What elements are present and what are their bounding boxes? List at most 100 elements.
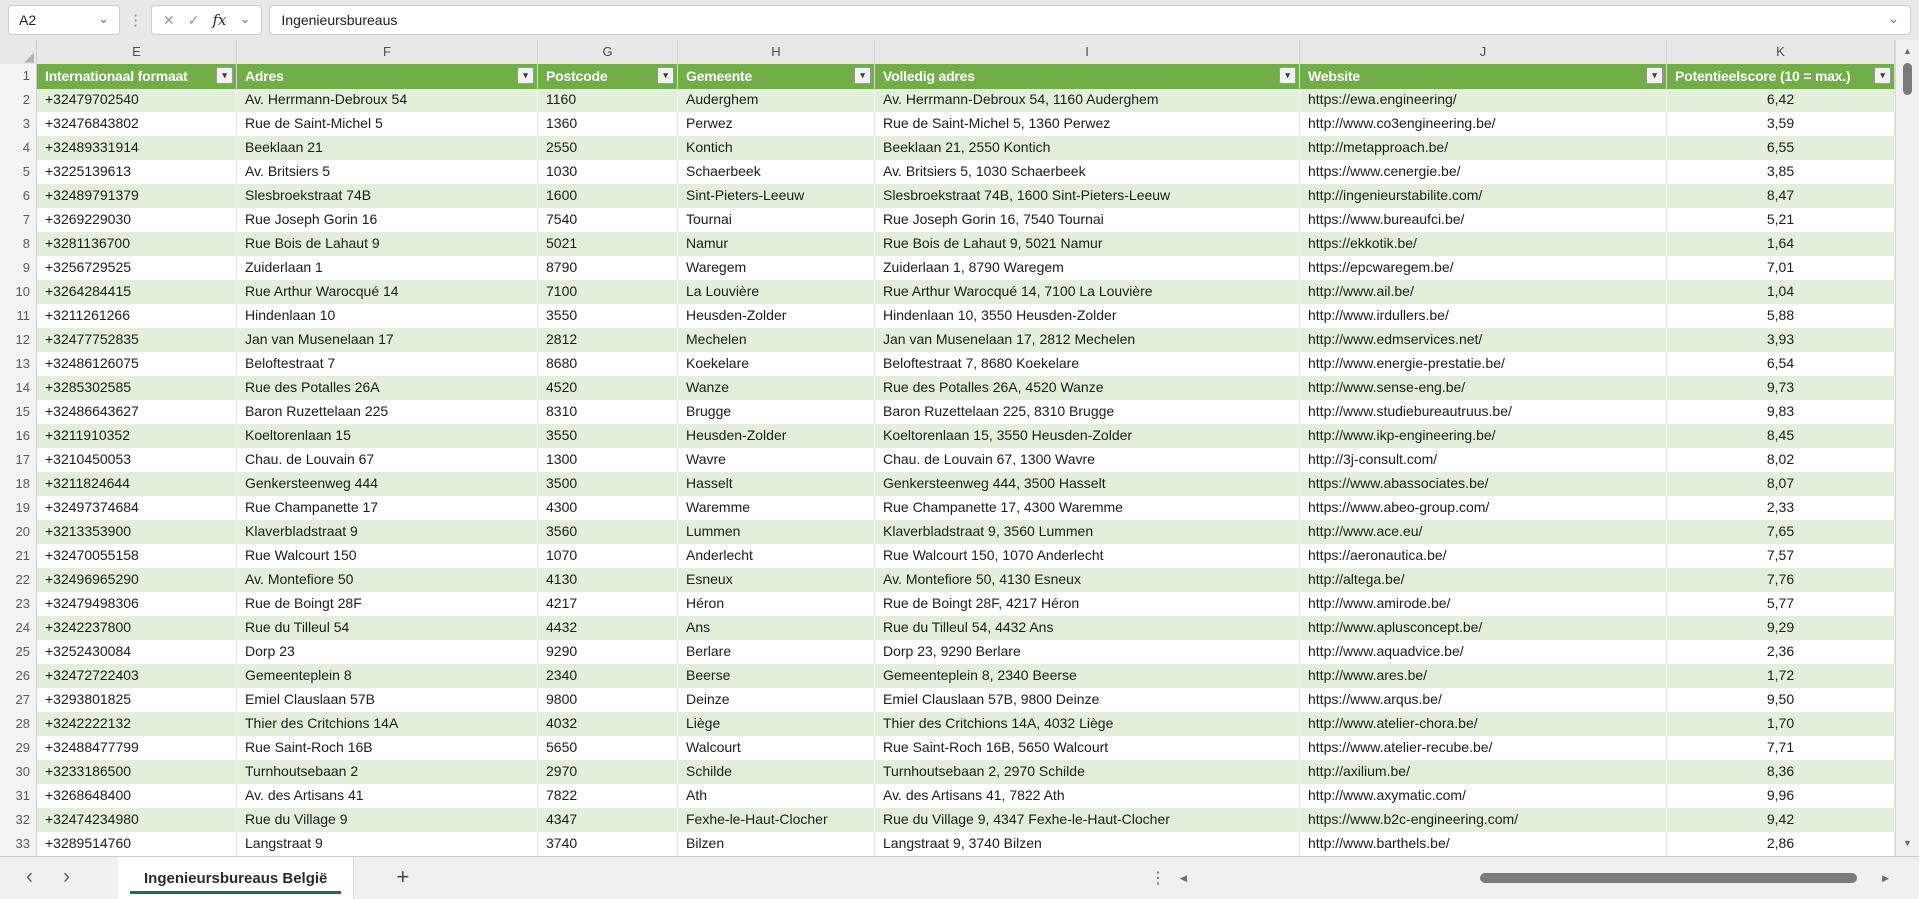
cell[interactable]: 6,55 — [1667, 136, 1895, 161]
cell[interactable]: Av. Herrmann-Debroux 54 — [237, 88, 538, 113]
cell[interactable]: 2812 — [538, 328, 678, 353]
cell[interactable]: Genkersteenweg 444, 3500 Hasselt — [875, 472, 1300, 497]
cell[interactable]: Zuiderlaan 1, 8790 Waregem — [875, 256, 1300, 281]
cell[interactable]: Heusden-Zolder — [678, 424, 875, 449]
cell[interactable]: Av. des Artisans 41 — [237, 784, 538, 809]
cell[interactable]: 8,45 — [1667, 424, 1895, 449]
sheet-tab-active[interactable]: Ingenieursbureaus België — [118, 857, 354, 899]
cell[interactable]: Héron — [678, 592, 875, 617]
cell[interactable]: +3213353900 — [37, 520, 237, 545]
expand-formula-bar-icon[interactable]: ⌄ — [1888, 12, 1899, 25]
cell[interactable]: Bilzen — [678, 832, 875, 857]
vertical-scrollbar[interactable]: ▲ ▼ — [1895, 40, 1919, 856]
header-cell[interactable]: Volledig adres▾ — [875, 64, 1300, 89]
cell[interactable]: Thier des Critchions 14A, 4032 Liège — [875, 712, 1300, 737]
cell[interactable]: +3210450053 — [37, 448, 237, 473]
cell[interactable]: +3285302585 — [37, 376, 237, 401]
cell[interactable]: http://www.ace.eu/ — [1300, 520, 1667, 545]
cell[interactable]: Lummen — [678, 520, 875, 545]
cell[interactable]: http://www.studiebureautruus.be/ — [1300, 400, 1667, 425]
cell[interactable]: 7,01 — [1667, 256, 1895, 281]
next-sheet-icon[interactable]: › — [61, 866, 72, 887]
scroll-right-icon[interactable]: ▶ — [1878, 874, 1893, 883]
row-number[interactable]: 4 — [0, 136, 37, 161]
row-number[interactable]: 3 — [0, 112, 37, 137]
cell[interactable]: +32489331914 — [37, 136, 237, 161]
cell[interactable]: 2,86 — [1667, 832, 1895, 857]
cell[interactable]: https://www.b2c-engineering.com/ — [1300, 808, 1667, 833]
cell[interactable]: Rue de Boingt 28F — [237, 592, 538, 617]
cell[interactable]: 5,88 — [1667, 304, 1895, 329]
cell[interactable]: +3256729525 — [37, 256, 237, 281]
cell[interactable]: http://www.barthels.be/ — [1300, 832, 1667, 857]
cell[interactable]: http://www.ail.be/ — [1300, 280, 1667, 305]
cell[interactable]: 1360 — [538, 112, 678, 137]
cell[interactable]: Liège — [678, 712, 875, 737]
cell[interactable]: https://www.abeo-group.com/ — [1300, 496, 1667, 521]
cell[interactable]: Berlare — [678, 640, 875, 665]
row-number[interactable]: 2 — [0, 88, 37, 113]
chevron-down-icon[interactable]: ⌄ — [98, 12, 109, 25]
cell[interactable]: http://metapproach.be/ — [1300, 136, 1667, 161]
cell[interactable]: Rue Champanette 17 — [237, 496, 538, 521]
column-letter-K[interactable]: K — [1667, 40, 1895, 64]
row-number[interactable]: 30 — [0, 760, 37, 785]
cell[interactable]: 6,42 — [1667, 88, 1895, 113]
header-cell[interactable]: Gemeente▾ — [678, 64, 875, 89]
column-letter-J[interactable]: J — [1300, 40, 1667, 64]
cell[interactable]: http://www.amirode.be/ — [1300, 592, 1667, 617]
cell[interactable]: http://www.ikp-engineering.be/ — [1300, 424, 1667, 449]
cell[interactable]: https://www.abassociates.be/ — [1300, 472, 1667, 497]
cell[interactable]: http://www.irdullers.be/ — [1300, 304, 1667, 329]
cell[interactable]: 4347 — [538, 808, 678, 833]
cell[interactable]: http://axilium.be/ — [1300, 760, 1667, 785]
cell[interactable]: 3550 — [538, 424, 678, 449]
name-box-resize-handle-icon[interactable]: ⋮ — [127, 11, 144, 29]
cell[interactable]: Baron Ruzettelaan 225, 8310 Brugge — [875, 400, 1300, 425]
chevron-down-icon[interactable]: ⌄ — [239, 12, 250, 25]
cell[interactable]: http://www.edmservices.net/ — [1300, 328, 1667, 353]
cell[interactable]: 4300 — [538, 496, 678, 521]
cell[interactable]: Hindenlaan 10, 3550 Heusden-Zolder — [875, 304, 1300, 329]
cell[interactable]: Rue Arthur Warocqué 14, 7100 La Louvière — [875, 280, 1300, 305]
column-letter-I[interactable]: I — [875, 40, 1300, 64]
row-number[interactable]: 15 — [0, 400, 37, 425]
row-number[interactable]: 11 — [0, 304, 37, 329]
cell[interactable]: +32497374684 — [37, 496, 237, 521]
cell[interactable]: 9,96 — [1667, 784, 1895, 809]
column-letter-H[interactable]: H — [678, 40, 875, 64]
cell[interactable]: http://www.aplusconcept.be/ — [1300, 616, 1667, 641]
cell[interactable]: https://ekkotik.be/ — [1300, 232, 1667, 257]
cell[interactable]: Av. Montefiore 50 — [237, 568, 538, 593]
insert-function-icon[interactable]: fx — [212, 13, 226, 28]
cell[interactable]: Tournai — [678, 208, 875, 233]
cell[interactable]: Ans — [678, 616, 875, 641]
column-letter-E[interactable]: E — [37, 40, 237, 64]
cell[interactable]: 1070 — [538, 544, 678, 569]
cell[interactable]: Deinze — [678, 688, 875, 713]
cell[interactable]: +3269229030 — [37, 208, 237, 233]
cell[interactable]: http://www.co3engineering.be/ — [1300, 112, 1667, 137]
cell[interactable]: Rue des Potalles 26A — [237, 376, 538, 401]
cell[interactable]: 8790 — [538, 256, 678, 281]
cell[interactable]: Beloftestraat 7 — [237, 352, 538, 377]
row-number[interactable]: 32 — [0, 808, 37, 833]
cell[interactable]: +3293801825 — [37, 688, 237, 713]
cell[interactable]: 2550 — [538, 136, 678, 161]
cell[interactable]: +32486643627 — [37, 400, 237, 425]
cell[interactable]: Av. Britsiers 5, 1030 Schaerbeek — [875, 160, 1300, 185]
cell[interactable]: 7,76 — [1667, 568, 1895, 593]
cell[interactable]: Rue de Saint-Michel 5, 1360 Perwez — [875, 112, 1300, 137]
cell[interactable]: Gemeenteplein 8 — [237, 664, 538, 689]
cell[interactable]: Fexhe-le-Haut-Clocher — [678, 808, 875, 833]
cell[interactable]: http://www.atelier-chora.be/ — [1300, 712, 1667, 737]
cell[interactable]: Av. des Artisans 41, 7822 Ath — [875, 784, 1300, 809]
column-letter-F[interactable]: F — [237, 40, 538, 64]
cell[interactable]: Av. Britsiers 5 — [237, 160, 538, 185]
cell[interactable]: http://www.ares.be/ — [1300, 664, 1667, 689]
cell[interactable]: Hasselt — [678, 472, 875, 497]
cell[interactable]: Schaerbeek — [678, 160, 875, 185]
cell[interactable]: Schilde — [678, 760, 875, 785]
cell[interactable]: 8,02 — [1667, 448, 1895, 473]
cell[interactable]: Rue des Potalles 26A, 4520 Wanze — [875, 376, 1300, 401]
